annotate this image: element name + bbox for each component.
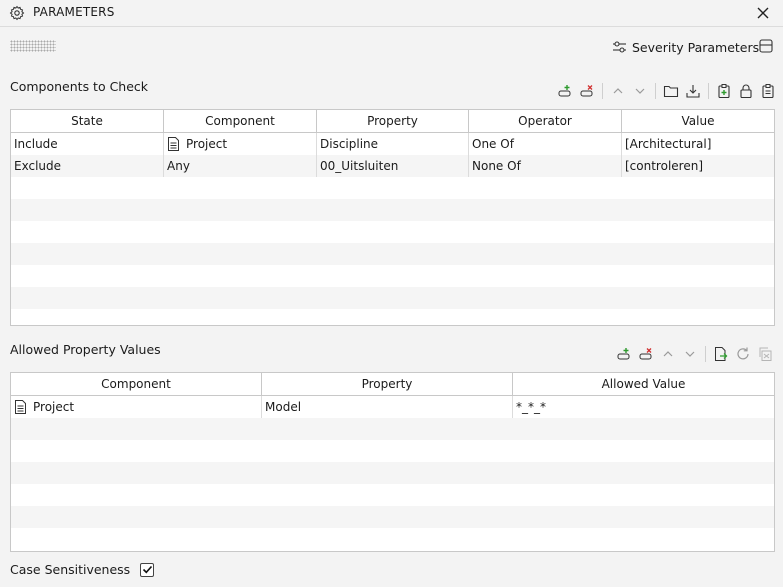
copy-button[interactable] <box>754 344 776 364</box>
case-sensitiveness-checkbox[interactable] <box>140 562 155 577</box>
toolbar-separator <box>655 83 656 99</box>
add-clipboard-button[interactable] <box>713 81 735 101</box>
move-up-button[interactable] <box>657 344 679 364</box>
export-button[interactable] <box>710 344 732 364</box>
allowed-toolbar <box>613 344 776 364</box>
remove-row-button[interactable] <box>635 344 657 364</box>
panel-layout-icon[interactable] <box>758 38 774 54</box>
empty-row <box>11 199 774 221</box>
allowed-values-table: Component Property Allowed Value Project… <box>10 372 775 552</box>
add-clipboard-icon <box>718 84 730 99</box>
lock-icon <box>740 84 752 99</box>
toolbar-separator <box>708 83 709 99</box>
drag-handle[interactable] <box>10 40 56 52</box>
open-folder-button[interactable] <box>660 81 682 101</box>
empty-row <box>11 221 774 243</box>
cell-property: 00_Uitsluiten <box>317 155 469 177</box>
clipboard-icon <box>762 84 774 99</box>
document-icon <box>15 400 26 414</box>
document-icon <box>168 137 179 151</box>
severity-parameters-button[interactable]: Severity Parameters <box>612 37 759 57</box>
cell-component: Project <box>164 133 317 155</box>
move-up-icon <box>613 88 623 94</box>
move-down-button[interactable] <box>629 81 651 101</box>
table-row[interactable]: Project Model *_*_* <box>11 396 774 418</box>
refresh-icon <box>737 347 749 360</box>
cell-value: [Architectural] <box>625 137 712 151</box>
clipboard-button[interactable] <box>757 81 779 101</box>
column-header-component[interactable]: Component <box>11 373 262 395</box>
cell-property: Model <box>262 396 513 418</box>
download-button[interactable] <box>682 81 704 101</box>
empty-row <box>11 506 774 528</box>
remove-row-icon <box>639 348 652 360</box>
download-icon <box>686 85 700 98</box>
open-folder-icon <box>663 85 679 98</box>
empty-row <box>11 243 774 265</box>
empty-row <box>11 418 774 440</box>
allowed-section-title: Allowed Property Values <box>10 342 161 357</box>
cell-value: [controleren] <box>625 159 703 173</box>
case-sensitiveness-row: Case Sensitiveness <box>10 562 155 577</box>
add-row-button[interactable] <box>554 81 576 101</box>
refresh-button[interactable] <box>732 344 754 364</box>
lock-button[interactable] <box>735 81 757 101</box>
toolbar-separator <box>602 83 603 99</box>
move-up-button[interactable] <box>607 81 629 101</box>
table-header: State Component Property Operator Value <box>11 110 774 133</box>
cell-operator: One Of <box>469 133 622 155</box>
column-header-property[interactable]: Property <box>262 373 513 395</box>
remove-row-icon <box>580 85 593 97</box>
table-header: Component Property Allowed Value <box>11 373 774 396</box>
column-header-operator[interactable]: Operator <box>469 110 622 132</box>
components-toolbar <box>554 81 779 101</box>
empty-row <box>11 484 774 506</box>
close-icon[interactable] <box>754 4 772 22</box>
sliders-icon <box>613 41 626 53</box>
title-bar: PARAMETERS <box>0 0 783 27</box>
cell-operator: None Of <box>469 155 622 177</box>
cell-component-text: Project <box>186 137 228 151</box>
empty-row <box>11 309 774 325</box>
cell-property: Discipline <box>317 133 469 155</box>
cell-allowed-value: *_*_* <box>516 400 546 414</box>
export-icon <box>715 347 728 361</box>
case-sensitiveness-label: Case Sensitiveness <box>10 562 131 577</box>
severity-parameters-label: Severity Parameters <box>632 39 760 55</box>
empty-row <box>11 265 774 287</box>
move-down-icon <box>635 88 645 94</box>
empty-row <box>11 462 774 484</box>
remove-row-button[interactable] <box>576 81 598 101</box>
add-row-icon <box>558 85 571 97</box>
column-header-state[interactable]: State <box>11 110 164 132</box>
cell-component-text: Project <box>33 400 75 414</box>
empty-row <box>11 440 774 462</box>
add-row-button[interactable] <box>613 344 635 364</box>
cell-state: Include <box>11 133 164 155</box>
components-table: State Component Property Operator Value … <box>10 109 775 326</box>
add-row-icon <box>617 348 630 360</box>
cell-state: Exclude <box>11 155 164 177</box>
checkmark-icon <box>142 565 152 574</box>
move-down-button[interactable] <box>679 344 701 364</box>
column-header-component[interactable]: Component <box>164 110 317 132</box>
column-header-value[interactable]: Value <box>622 110 774 132</box>
empty-row <box>11 177 774 199</box>
move-up-icon <box>663 351 673 357</box>
table-row[interactable]: Exclude Any 00_Uitsluiten None Of [contr… <box>11 155 774 177</box>
window-title: PARAMETERS <box>33 5 115 19</box>
empty-row <box>11 287 774 309</box>
table-row[interactable]: Include Project Discipline One Of [Archi… <box>11 133 774 155</box>
gear-icon <box>9 5 25 21</box>
column-header-allowed-value[interactable]: Allowed Value <box>513 373 774 395</box>
components-section-title: Components to Check <box>10 79 149 94</box>
toolbar-separator <box>705 346 706 362</box>
move-down-icon <box>685 351 695 357</box>
empty-row <box>11 528 774 550</box>
copy-disabled-icon <box>759 347 772 361</box>
cell-component: Any <box>164 155 317 177</box>
cell-component: Project <box>11 396 262 418</box>
column-header-property[interactable]: Property <box>317 110 469 132</box>
